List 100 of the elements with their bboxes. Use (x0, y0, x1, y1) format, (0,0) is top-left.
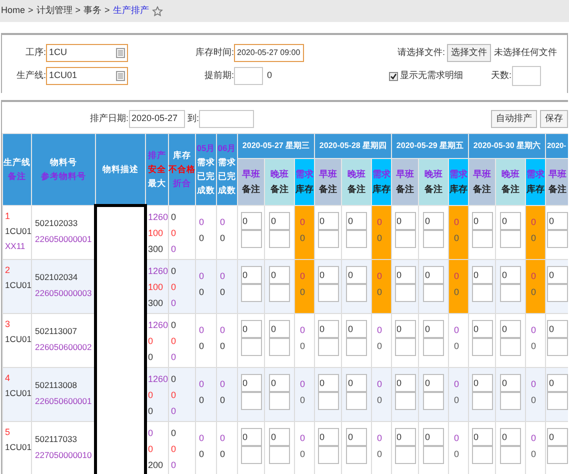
quantity-field[interactable]: 0 (500, 266, 521, 284)
quantity-field[interactable]: 0 (547, 212, 568, 230)
note-field[interactable] (472, 392, 492, 410)
note-field[interactable] (318, 392, 338, 410)
breadcrumb-link[interactable]: Home (1, 4, 26, 18)
note-field[interactable] (269, 446, 290, 464)
quantity-field[interactable]: 0 (472, 428, 492, 446)
quantity-field[interactable]: 0 (472, 374, 492, 392)
breadcrumb-link[interactable]: 计划管理 (36, 4, 72, 18)
quantity-field[interactable]: 0 (240, 374, 262, 392)
quantity-field[interactable]: 0 (423, 320, 444, 338)
action-button[interactable]: 自动排产 (491, 110, 537, 128)
note-field[interactable] (346, 284, 367, 302)
note-field[interactable] (500, 446, 521, 464)
note-field[interactable] (547, 338, 568, 356)
note-field[interactable] (394, 338, 416, 356)
line-field[interactable]: 1CU01 (46, 67, 128, 85)
note-field[interactable] (240, 446, 262, 464)
quantity-field[interactable]: 0 (318, 212, 338, 230)
quantity-field[interactable]: 0 (394, 374, 416, 392)
quantity-field[interactable]: 0 (500, 374, 521, 392)
quantity-field[interactable]: 0 (423, 212, 444, 230)
note-field[interactable] (240, 338, 262, 356)
days-field[interactable] (512, 66, 541, 86)
quantity-field[interactable]: 0 (346, 320, 367, 338)
note-field[interactable] (318, 338, 338, 356)
note-field[interactable] (346, 338, 367, 356)
note-field[interactable] (394, 284, 416, 302)
note-field[interactable] (394, 392, 416, 410)
note-field[interactable] (318, 284, 338, 302)
note-field[interactable] (547, 230, 568, 248)
note-field[interactable] (269, 392, 290, 410)
breadcrumb-link[interactable]: 事务 (84, 4, 102, 18)
quantity-field[interactable]: 0 (472, 212, 492, 230)
note-field[interactable] (423, 284, 444, 302)
quantity-field[interactable]: 0 (547, 428, 568, 446)
note-field[interactable] (423, 446, 444, 464)
quantity-field[interactable]: 0 (472, 320, 492, 338)
quantity-field[interactable]: 0 (346, 428, 367, 446)
end-date-field[interactable] (199, 110, 254, 128)
list-icon[interactable] (116, 48, 125, 58)
note-field[interactable] (547, 284, 568, 302)
quantity-field[interactable]: 0 (318, 320, 338, 338)
quantity-field[interactable]: 0 (240, 320, 262, 338)
note-field[interactable] (346, 446, 367, 464)
note-field[interactable] (500, 284, 521, 302)
list-icon[interactable] (116, 71, 125, 81)
quantity-field[interactable]: 0 (500, 320, 521, 338)
quantity-field[interactable]: 0 (269, 212, 290, 230)
action-button[interactable]: 保存 (540, 110, 568, 128)
quantity-field[interactable]: 0 (547, 374, 568, 392)
quantity-field[interactable]: 0 (318, 266, 338, 284)
quantity-field[interactable]: 0 (423, 266, 444, 284)
note-field[interactable] (472, 284, 492, 302)
note-field[interactable] (472, 230, 492, 248)
quantity-field[interactable]: 0 (394, 212, 416, 230)
star-icon[interactable] (152, 6, 163, 16)
quantity-field[interactable]: 0 (500, 212, 521, 230)
note-field[interactable] (269, 230, 290, 248)
note-field[interactable] (423, 392, 444, 410)
note-field[interactable] (240, 230, 262, 248)
quantity-field[interactable]: 0 (346, 374, 367, 392)
quantity-field[interactable]: 0 (318, 428, 338, 446)
quantity-field[interactable]: 0 (269, 374, 290, 392)
quantity-field[interactable]: 0 (269, 266, 290, 284)
quantity-field[interactable]: 0 (346, 266, 367, 284)
note-field[interactable] (394, 446, 416, 464)
quantity-field[interactable]: 0 (269, 428, 290, 446)
note-field[interactable] (472, 446, 492, 464)
process-field[interactable]: 1CU (46, 44, 128, 62)
note-field[interactable] (346, 230, 367, 248)
quantity-field[interactable]: 0 (269, 320, 290, 338)
note-field[interactable] (269, 284, 290, 302)
checkbox[interactable] (389, 72, 398, 80)
note-field[interactable] (423, 230, 444, 248)
note-field[interactable] (547, 446, 568, 464)
breadcrumb-link[interactable]: 生产排产 (112, 4, 149, 18)
quantity-field[interactable]: 0 (423, 374, 444, 392)
stock-time-field[interactable]: 2020-05-27 09:00 (234, 44, 304, 62)
quantity-field[interactable]: 0 (547, 266, 568, 284)
note-field[interactable] (318, 446, 338, 464)
note-field[interactable] (240, 284, 262, 302)
quantity-field[interactable]: 0 (394, 320, 416, 338)
note-field[interactable] (346, 392, 367, 410)
quantity-field[interactable]: 0 (394, 428, 416, 446)
note-field[interactable] (318, 230, 338, 248)
choose-file-button[interactable]: 选择文件 (447, 44, 491, 62)
quantity-field[interactable]: 0 (423, 428, 444, 446)
quantity-field[interactable]: 0 (472, 266, 492, 284)
quantity-field[interactable]: 0 (318, 374, 338, 392)
quantity-field[interactable]: 0 (346, 212, 367, 230)
note-field[interactable] (240, 392, 262, 410)
start-date-field[interactable]: 2020-05-27 (128, 110, 185, 128)
note-field[interactable] (472, 338, 492, 356)
note-field[interactable] (500, 392, 521, 410)
note-field[interactable] (500, 230, 521, 248)
note-field[interactable] (547, 392, 568, 410)
quantity-field[interactable]: 0 (240, 266, 262, 284)
note-field[interactable] (423, 338, 444, 356)
quantity-field[interactable]: 0 (240, 428, 262, 446)
